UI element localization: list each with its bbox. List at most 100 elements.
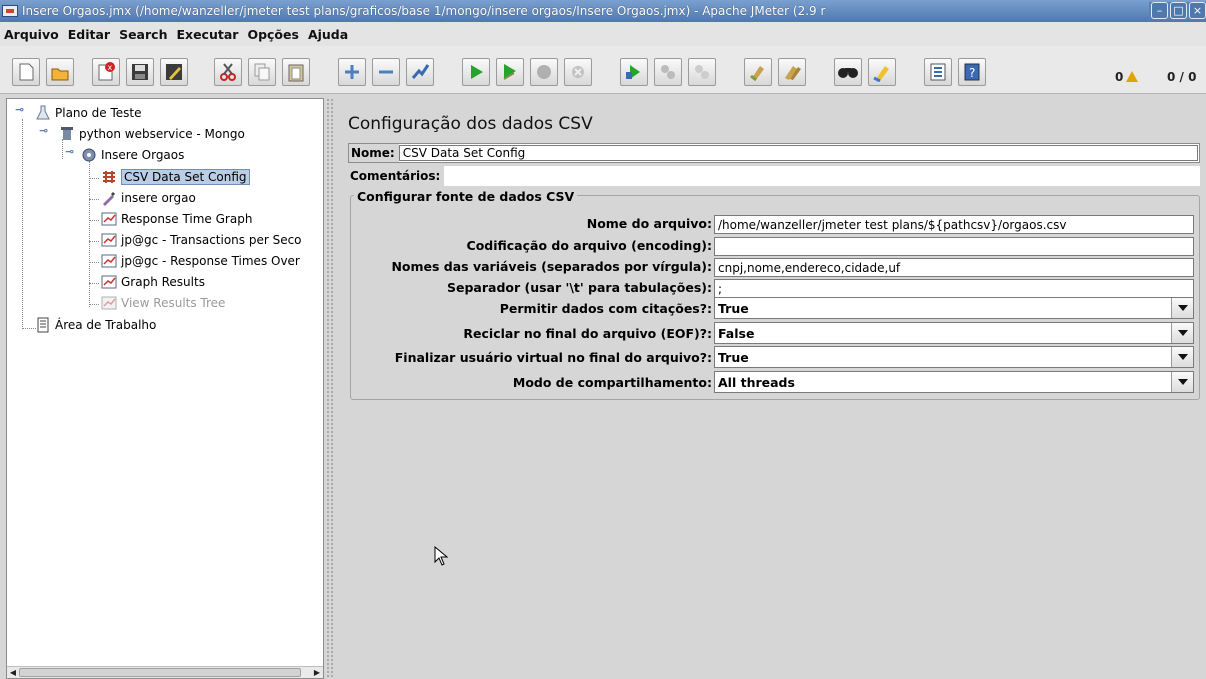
tree-line (89, 161, 90, 307)
controller-icon (81, 147, 97, 163)
tree-item-view-results-tree[interactable]: View Results Tree (101, 293, 225, 313)
toolbar: x ? 0 0 / 0 (0, 46, 1206, 94)
split-pane-divider[interactable] (326, 98, 334, 679)
tree-item-response-time-graph[interactable]: Response Time Graph (101, 209, 252, 229)
expand-toggle-icon[interactable]: ⊸ (15, 104, 25, 115)
templates-icon[interactable] (46, 58, 74, 86)
menu-ajuda[interactable]: Ajuda (308, 27, 348, 42)
start-no-pauses-icon[interactable] (496, 58, 524, 86)
toggle-icon[interactable] (406, 58, 434, 86)
quoted-data-row: Permitir dados com citações?: (350, 299, 712, 319)
comments-input[interactable] (444, 166, 1200, 186)
svg-text:?: ? (969, 66, 975, 80)
new-icon[interactable] (12, 58, 40, 86)
tree-line (22, 328, 36, 329)
workbench-icon (35, 317, 51, 333)
variables-label: Nomes das variáveis (separados por vírgu… (391, 259, 712, 274)
expand-toggle-icon[interactable]: ⊸ (65, 146, 75, 157)
stop-thread-eof-select[interactable]: True (714, 346, 1194, 368)
shutdown-icon[interactable] (564, 58, 592, 86)
tree-line (89, 283, 99, 284)
tree-item-label: View Results Tree (121, 296, 226, 310)
collapse-icon[interactable] (372, 58, 400, 86)
tree-item-label: Response Time Graph (121, 212, 253, 226)
chevron-down-icon[interactable] (1171, 298, 1193, 318)
name-input[interactable] (398, 145, 1198, 161)
window-titlebar: Insere Orgaos.jmx (/home/wanzeller/jmete… (0, 0, 1206, 22)
remote-stop-icon[interactable] (654, 58, 682, 86)
listener-icon (101, 274, 117, 290)
scroll-right-icon[interactable]: ▶ (311, 668, 323, 678)
tree-item-csv-data-set-config[interactable]: CSV Data Set Config (101, 167, 250, 187)
function-helper-icon[interactable] (924, 58, 952, 86)
tree-line (89, 178, 99, 179)
encoding-input[interactable] (714, 237, 1194, 256)
chevron-down-icon[interactable] (1171, 323, 1193, 343)
delimiter-label: Separador (usar '\t' para tabulações): (446, 280, 712, 295)
remote-start-icon[interactable] (620, 58, 648, 86)
listener-icon (101, 211, 117, 227)
tree-item-insere-orgao[interactable]: insere orgao (101, 188, 196, 208)
menu-arquivo[interactable]: Arquivo (4, 27, 59, 42)
tree-horizontal-scrollbar[interactable]: ◀ ▶ (7, 666, 323, 678)
tree-item-plano-de-teste[interactable]: Plano de Teste (35, 103, 142, 123)
start-icon[interactable] (462, 58, 490, 86)
help-icon[interactable]: ? (958, 58, 986, 86)
expand-toggle-icon[interactable]: ⊸ (39, 125, 49, 136)
variables-row: Nomes das variáveis (separados por vírgu… (350, 257, 712, 277)
variables-input[interactable]: cnpj,nome,endereco,cidade,uf (714, 258, 1194, 277)
menu-search[interactable]: Search (119, 27, 167, 42)
expand-icon[interactable] (338, 58, 366, 86)
menu-bar: Arquivo Editar Search Executar Opções Aj… (0, 22, 1206, 46)
menu-opcoes[interactable]: Opções (247, 27, 299, 42)
chevron-down-icon[interactable] (1171, 347, 1193, 367)
copy-icon[interactable] (248, 58, 276, 86)
tree-item-thread-group[interactable]: python webservice - Mongo (59, 124, 245, 144)
tree-item-label: Área de Trabalho (55, 318, 157, 332)
csv-config-icon (101, 169, 117, 185)
tree-line (89, 199, 99, 200)
mouse-cursor-icon (434, 546, 448, 566)
stop-icon[interactable] (530, 58, 558, 86)
spool-icon (59, 126, 75, 142)
sharing-mode-value: All threads (718, 374, 795, 390)
tree-line (89, 220, 99, 221)
clear-all-icon[interactable] (778, 58, 806, 86)
tree-item-response-times-over-time[interactable]: jp@gc - Response Times Over (101, 251, 300, 271)
quoted-data-select[interactable]: True (714, 297, 1194, 319)
chevron-down-icon[interactable] (1171, 372, 1193, 392)
minimize-icon[interactable]: – (1151, 2, 1168, 19)
menu-editar[interactable]: Editar (68, 27, 110, 42)
filename-input[interactable]: /home/wanzeller/jmeter test plans/${path… (714, 215, 1194, 234)
stop-thread-eof-value: True (718, 349, 749, 365)
sharing-mode-select[interactable]: All threads (714, 371, 1194, 393)
recycle-eof-select[interactable]: False (714, 322, 1194, 344)
tree-item-label: insere orgao (121, 191, 196, 205)
save-icon[interactable] (126, 58, 154, 86)
open-icon[interactable]: x (92, 58, 120, 86)
quoted-data-value: True (718, 300, 749, 316)
search-icon[interactable] (834, 58, 862, 86)
cut-icon[interactable] (214, 58, 242, 86)
comments-label: Comentários: (348, 166, 445, 186)
tree-item-label: CSV Data Set Config (121, 169, 250, 185)
paste-icon[interactable] (282, 58, 310, 86)
save-as-icon[interactable] (160, 58, 188, 86)
menu-executar[interactable]: Executar (176, 27, 238, 42)
scroll-left-icon[interactable]: ◀ (7, 668, 19, 678)
tree-item-insere-orgaos[interactable]: Insere Orgaos (81, 145, 184, 165)
sharing-mode-label: Modo de compartilhamento: (512, 375, 712, 390)
clear-icon[interactable] (744, 58, 772, 86)
scrollbar-thumb[interactable] (19, 668, 301, 677)
close-icon[interactable]: × (1189, 2, 1206, 19)
svg-text:x: x (108, 63, 113, 72)
tree-item-transactions-per-second[interactable]: jp@gc - Transactions per Seco (101, 230, 302, 250)
maximize-icon[interactable]: □ (1170, 2, 1187, 19)
error-count: 0 (1115, 70, 1124, 84)
remote-shutdown-icon[interactable] (688, 58, 716, 86)
reset-search-icon[interactable] (868, 58, 896, 86)
tree-item-graph-results[interactable]: Graph Results (101, 272, 205, 292)
tree-item-area-de-trabalho[interactable]: Área de Trabalho (35, 315, 156, 335)
delimiter-input[interactable]: ; (714, 279, 1194, 298)
window-title: Insere Orgaos.jmx (/home/wanzeller/jmete… (22, 4, 826, 18)
